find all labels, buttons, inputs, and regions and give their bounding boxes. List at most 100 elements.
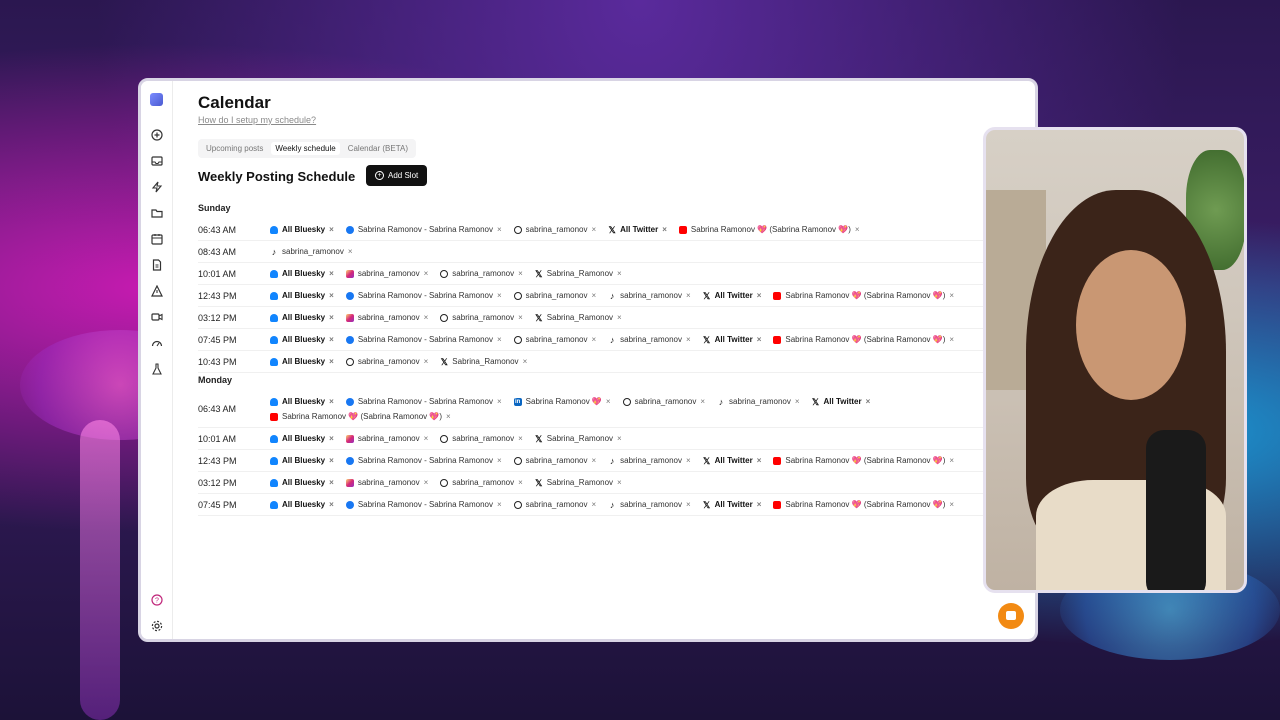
remove-chip-icon[interactable]: × [686, 500, 691, 509]
remove-chip-icon[interactable]: × [949, 335, 954, 344]
remove-chip-icon[interactable]: × [757, 335, 762, 344]
remove-chip-icon[interactable]: × [329, 456, 334, 465]
remove-chip-icon[interactable]: × [591, 225, 596, 234]
account-chip: ♪ sabrina_ramonov × [608, 454, 691, 467]
remove-chip-icon[interactable]: × [662, 225, 667, 234]
account-chip: sabrina_ramonov × [440, 267, 523, 280]
remove-chip-icon[interactable]: × [617, 269, 622, 278]
remove-chip-icon[interactable]: × [591, 456, 596, 465]
remove-chip-icon[interactable]: × [518, 269, 523, 278]
account-chip-label: sabrina_ramonov [525, 456, 588, 465]
settings-icon[interactable] [150, 619, 164, 633]
remove-chip-icon[interactable]: × [329, 269, 334, 278]
account-chip: sabrina_ramonov × [345, 476, 429, 489]
remove-chip-icon[interactable]: × [424, 269, 429, 278]
folder-icon[interactable] [150, 206, 164, 220]
account-chip-label: sabrina_ramonov [634, 397, 697, 406]
remove-chip-icon[interactable]: × [757, 291, 762, 300]
remove-chip-icon[interactable]: × [424, 478, 429, 487]
help-icon[interactable]: ? [150, 593, 164, 607]
remove-chip-icon[interactable]: × [523, 357, 528, 366]
video-icon[interactable] [150, 310, 164, 324]
remove-chip-icon[interactable]: × [497, 335, 502, 344]
remove-chip-icon[interactable]: × [329, 357, 334, 366]
tab-calendar-beta[interactable]: Calendar (BETA) [344, 142, 412, 155]
webcam-person-face [1076, 250, 1186, 400]
threads-icon [513, 225, 522, 234]
tiktok-icon: ♪ [609, 455, 615, 466]
account-chip: Sabrina Ramonov 💖 (Sabrina Ramonov 💖) × [773, 498, 954, 511]
remove-chip-icon[interactable]: × [424, 434, 429, 443]
warning-icon[interactable] [150, 284, 164, 298]
remove-chip-icon[interactable]: × [329, 225, 334, 234]
remove-chip-icon[interactable]: × [757, 456, 762, 465]
threads-icon [513, 291, 522, 300]
account-chip-label: All Twitter [714, 291, 753, 300]
remove-chip-icon[interactable]: × [329, 335, 334, 344]
instagram-icon [345, 313, 354, 322]
calendar-icon[interactable] [150, 232, 164, 246]
account-chip-label: All Twitter [714, 456, 753, 465]
app-logo[interactable] [150, 93, 163, 106]
remove-chip-icon[interactable]: × [497, 456, 502, 465]
remove-chip-icon[interactable]: × [518, 313, 523, 322]
remove-chip-icon[interactable]: × [591, 335, 596, 344]
schedule-slot: 10:01 AM All Bluesky × sabrina_ramonov × sabr… [198, 263, 988, 285]
remove-chip-icon[interactable]: × [686, 291, 691, 300]
remove-chip-icon[interactable]: × [424, 313, 429, 322]
remove-chip-icon[interactable]: × [329, 291, 334, 300]
account-chip-label: sabrina_ramonov [452, 313, 515, 322]
remove-chip-icon[interactable]: × [329, 397, 334, 406]
remove-chip-icon[interactable]: × [591, 500, 596, 509]
remove-chip-icon[interactable]: × [617, 434, 622, 443]
remove-chip-icon[interactable]: × [949, 291, 954, 300]
remove-chip-icon[interactable]: × [686, 335, 691, 344]
remove-chip-icon[interactable]: × [329, 434, 334, 443]
add-slot-button[interactable]: + Add Slot [366, 165, 428, 186]
document-icon[interactable] [150, 258, 164, 272]
youtube-icon [773, 335, 782, 344]
background-mushroom-stem [80, 420, 120, 720]
remove-chip-icon[interactable]: × [855, 225, 860, 234]
lightning-icon[interactable] [150, 180, 164, 194]
remove-chip-icon[interactable]: × [866, 397, 871, 406]
remove-chip-icon[interactable]: × [497, 500, 502, 509]
remove-chip-icon[interactable]: × [518, 478, 523, 487]
gauge-icon[interactable] [150, 336, 164, 350]
remove-chip-icon[interactable]: × [497, 225, 502, 234]
remove-chip-icon[interactable]: × [497, 291, 502, 300]
plus-circle-icon[interactable] [150, 128, 164, 142]
account-chip-label: sabrina_ramonov [525, 335, 588, 344]
help-link[interactable]: How do I setup my schedule? [198, 115, 316, 125]
account-chip: 𝕏 All Twitter × [703, 289, 762, 302]
remove-chip-icon[interactable]: × [757, 500, 762, 509]
remove-chip-icon[interactable]: × [617, 313, 622, 322]
slot-accounts: All Bluesky × sabrina_ramonov × sabrina_ramo… [270, 472, 988, 493]
tab-upcoming-posts[interactable]: Upcoming posts [202, 142, 267, 155]
flask-icon[interactable] [150, 362, 164, 376]
remove-chip-icon[interactable]: × [329, 313, 334, 322]
remove-chip-icon[interactable]: × [617, 478, 622, 487]
remove-chip-icon[interactable]: × [700, 397, 705, 406]
inbox-icon[interactable] [150, 154, 164, 168]
remove-chip-icon[interactable]: × [949, 500, 954, 509]
tab-weekly-schedule[interactable]: Weekly schedule [271, 142, 340, 155]
remove-chip-icon[interactable]: × [348, 247, 353, 256]
remove-chip-icon[interactable]: × [686, 456, 691, 465]
account-chip: All Bluesky × [270, 223, 334, 236]
remove-chip-icon[interactable]: × [329, 478, 334, 487]
remove-chip-icon[interactable]: × [795, 397, 800, 406]
remove-chip-icon[interactable]: × [329, 500, 334, 509]
remove-chip-icon[interactable]: × [591, 291, 596, 300]
remove-chip-icon[interactable]: × [497, 397, 502, 406]
schedule-slot: 08:43 AM ♪ sabrina_ramonov × [198, 241, 988, 263]
chat-support-button[interactable] [998, 603, 1024, 629]
remove-chip-icon[interactable]: × [424, 357, 429, 366]
remove-chip-icon[interactable]: × [949, 456, 954, 465]
account-chip-label: sabrina_ramonov [525, 500, 588, 509]
remove-chip-icon[interactable]: × [606, 397, 611, 406]
remove-chip-icon[interactable]: × [446, 412, 451, 421]
account-chip-label: All Bluesky [282, 434, 326, 443]
weekly-schedule: Sunday 06:43 AM All Bluesky × Sabrina Ramono… [198, 201, 988, 516]
remove-chip-icon[interactable]: × [518, 434, 523, 443]
